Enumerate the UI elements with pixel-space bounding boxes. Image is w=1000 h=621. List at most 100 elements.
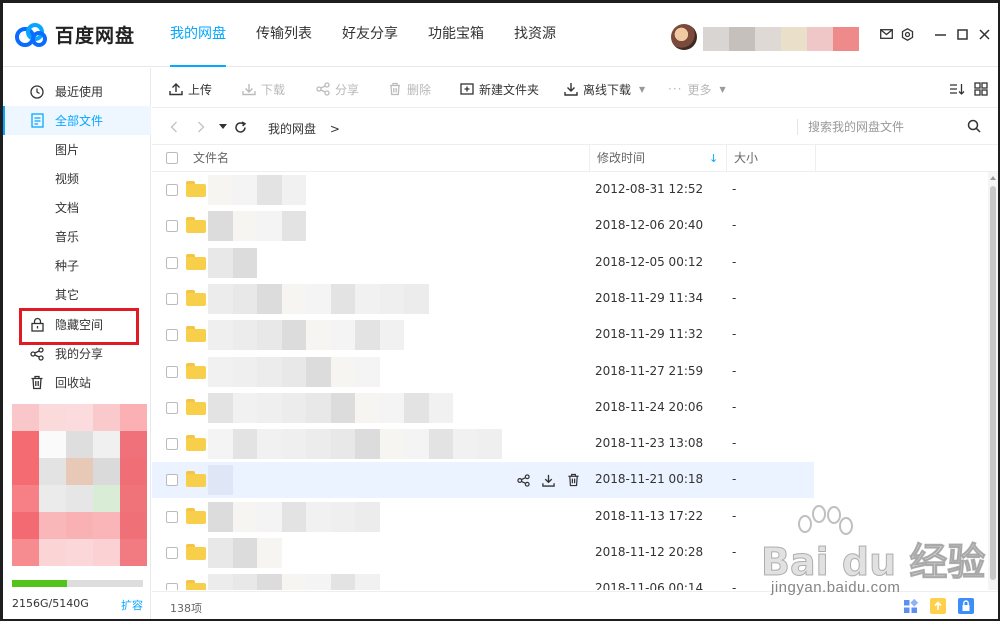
settings-icon[interactable] (898, 25, 916, 43)
app-logo: 百度网盘 (15, 21, 135, 48)
row-checkbox[interactable] (166, 438, 178, 451)
main-nav: 我的网盘 传输列表 好友分享 功能宝箱 找资源 (155, 3, 571, 67)
file-name-redacted[interactable] (208, 392, 453, 423)
column-divider (815, 145, 816, 172)
row-checkbox[interactable] (166, 365, 178, 378)
tab-1[interactable]: 传输列表 (241, 3, 327, 67)
search-icon[interactable] (967, 119, 981, 136)
maximize-icon[interactable] (953, 25, 971, 43)
table-row[interactable]: 2018-11-27 21:59 - (152, 354, 814, 390)
scroll-thumb[interactable] (990, 186, 996, 580)
history-dropdown-icon[interactable] (215, 119, 231, 135)
user-avatar[interactable] (671, 24, 697, 50)
sidebar-item-3[interactable]: 视频 (3, 164, 151, 193)
row-modified-date: 2018-12-06 20:40 (595, 218, 704, 233)
new-folder-icon (460, 83, 474, 95)
back-icon[interactable] (166, 119, 182, 135)
row-delete-icon[interactable] (564, 471, 582, 489)
more-button[interactable]: ··· 更多 ▼ (668, 80, 726, 98)
sidebar-item-1[interactable]: 全部文件 (3, 106, 151, 135)
username-redacted[interactable] (703, 27, 859, 51)
upload-task-icon[interactable] (930, 598, 946, 614)
tab-4[interactable]: 找资源 (499, 3, 571, 67)
search-input[interactable] (808, 117, 958, 137)
table-row[interactable]: 2018-11-12 20:28 - (152, 535, 814, 571)
row-checkbox[interactable] (166, 474, 178, 487)
sidebar-item-10[interactable]: 回收站 (3, 368, 151, 397)
safe-box-icon[interactable] (958, 598, 974, 614)
offline-download-label: 离线下载 (583, 82, 632, 97)
folder-icon (186, 362, 206, 379)
file-name-redacted[interactable] (208, 283, 429, 314)
banner-tile (12, 512, 39, 539)
sidebar-item-7[interactable]: 其它 (3, 280, 151, 309)
row-share-icon[interactable] (514, 471, 532, 489)
breadcrumb-item[interactable]: 我的网盘 (268, 122, 316, 136)
tab-0[interactable]: 我的网盘 (155, 3, 241, 67)
table-row[interactable]: 2018-12-05 00:12 - (152, 245, 814, 281)
download-button[interactable]: 下载 (242, 80, 285, 98)
row-checkbox[interactable] (166, 184, 178, 196)
row-checkbox[interactable] (166, 329, 178, 342)
sidebar-item-5[interactable]: 音乐 (3, 222, 151, 251)
delete-button[interactable]: 删除 (388, 80, 431, 98)
table-row[interactable]: 2018-11-13 17:22 - (152, 499, 814, 535)
upload-button[interactable]: 上传 (169, 80, 212, 98)
row-checkbox[interactable] (166, 401, 178, 414)
select-all-checkbox[interactable] (166, 152, 178, 164)
file-name-redacted[interactable] (208, 465, 233, 496)
file-name-redacted[interactable] (208, 211, 306, 242)
table-row[interactable]: 2018-11-24 20:06 - (152, 390, 814, 426)
row-checkbox[interactable] (166, 547, 178, 559)
mail-icon[interactable] (877, 25, 895, 43)
sort-icon[interactable] (949, 80, 970, 98)
offline-download-button[interactable]: 离线下载 ▼ (564, 80, 645, 98)
row-download-icon[interactable] (539, 471, 557, 489)
minimize-icon[interactable] (931, 25, 949, 43)
row-checkbox[interactable] (166, 220, 178, 233)
file-name-redacted[interactable] (208, 574, 380, 590)
table-row[interactable]: 2018-11-06 00:14 - (152, 571, 814, 590)
row-checkbox[interactable] (166, 256, 178, 269)
widgets-icon[interactable] (902, 598, 918, 614)
table-row[interactable]: 2018-11-29 11:32 - (152, 317, 814, 353)
ad-banner-redacted[interactable] (12, 404, 147, 566)
scroll-up-arrow-icon[interactable] (990, 176, 996, 180)
expand-storage-link[interactable]: 扩容 (121, 597, 143, 613)
offline-download-caret-icon[interactable]: ▼ (639, 85, 645, 94)
tab-3[interactable]: 功能宝箱 (413, 3, 499, 67)
forward-icon[interactable] (193, 119, 209, 135)
tab-2[interactable]: 好友分享 (327, 3, 413, 67)
sort-desc-icon[interactable]: ↓ (709, 145, 718, 172)
row-checkbox[interactable] (166, 292, 178, 305)
grid-view-icon[interactable] (974, 80, 993, 98)
row-checkbox[interactable] (166, 510, 178, 523)
file-name-redacted[interactable] (208, 320, 404, 351)
file-name-redacted[interactable] (208, 175, 306, 205)
row-checkbox[interactable] (166, 583, 178, 590)
file-name-redacted[interactable] (208, 356, 380, 387)
row-modified-date: 2018-11-13 17:22 (595, 508, 704, 523)
table-row[interactable]: 2018-11-21 00:18 - (152, 462, 814, 499)
file-name-redacted[interactable] (208, 247, 257, 278)
sidebar-item-6[interactable]: 种子 (3, 251, 151, 280)
sidebar-item-2[interactable]: 图片 (3, 135, 151, 164)
vertical-scrollbar[interactable] (988, 172, 998, 590)
share-button[interactable]: 分享 (316, 80, 359, 98)
share-icon (316, 82, 330, 96)
sidebar-item-0[interactable]: 最近使用 (3, 77, 151, 106)
new-folder-button[interactable]: 新建文件夹 (460, 80, 539, 98)
file-name-redacted[interactable] (208, 501, 380, 532)
table-row[interactable]: 2018-11-29 11:34 - (152, 281, 814, 317)
close-icon[interactable] (975, 25, 993, 43)
file-name-redacted[interactable] (208, 429, 502, 460)
table-row[interactable]: 2018-12-06 20:40 - (152, 208, 814, 244)
column-modified[interactable]: 修改时间 (597, 145, 645, 172)
file-name-redacted[interactable] (208, 538, 282, 568)
table-row[interactable]: 2018-11-23 13:08 - (152, 426, 814, 462)
column-name[interactable]: 文件名 (193, 145, 229, 172)
table-row[interactable]: 2012-08-31 12:52 - (152, 172, 814, 208)
sidebar-item-4[interactable]: 文档 (3, 193, 151, 222)
column-size[interactable]: 大小 (734, 145, 758, 172)
refresh-icon[interactable] (232, 119, 248, 135)
